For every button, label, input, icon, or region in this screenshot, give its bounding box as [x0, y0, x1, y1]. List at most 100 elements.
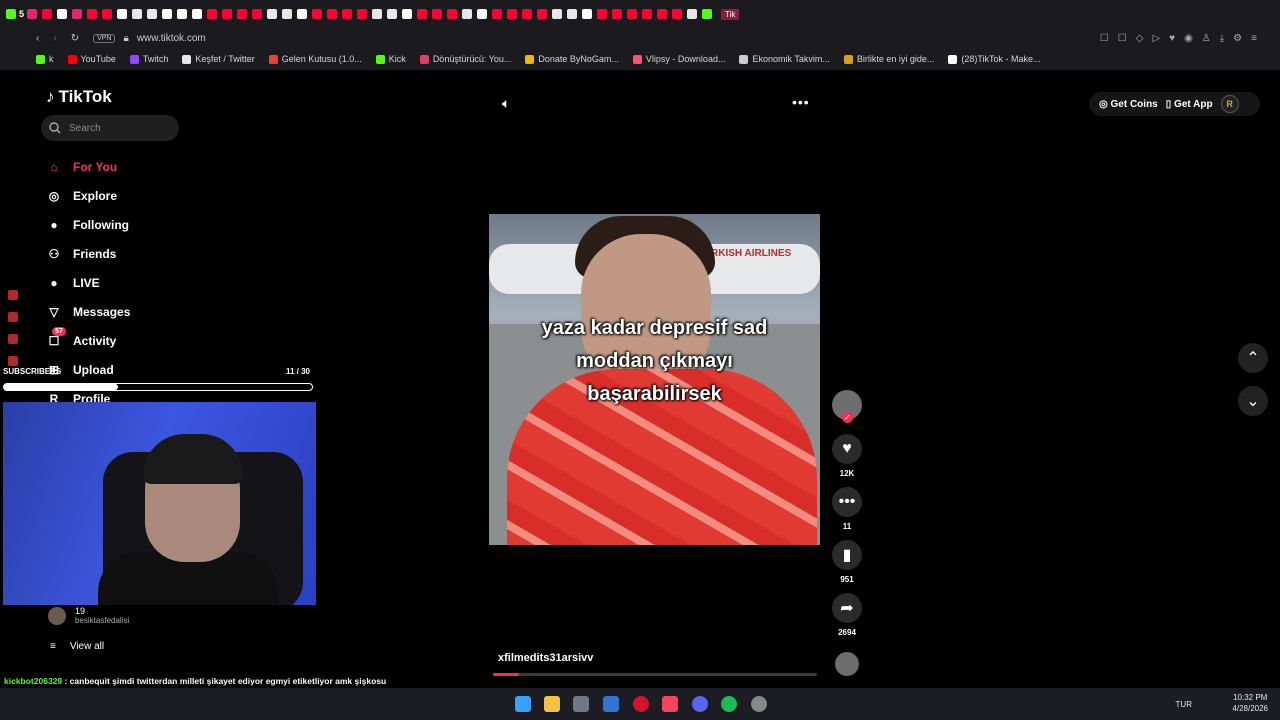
browser-tab[interactable]: [282, 8, 293, 19]
music-icon[interactable]: [662, 696, 678, 712]
sidebar-item-messages[interactable]: ▽ Messages: [44, 297, 130, 326]
browser-tab[interactable]: [417, 8, 428, 19]
bookmark-item[interactable]: Birlikte en iyi gide...: [843, 54, 934, 64]
browser-tab[interactable]: [372, 8, 383, 19]
browser-tab[interactable]: [252, 8, 263, 19]
kick-icon[interactable]: [6, 9, 16, 19]
bookmark-item[interactable]: Vlipsy - Download...: [632, 54, 725, 64]
bookmark-item[interactable]: Gelen Kutusu (1.0...: [268, 54, 362, 64]
video-progress-bar[interactable]: [493, 673, 817, 676]
browser-tab[interactable]: [702, 8, 713, 19]
volume-icon[interactable]: 🔈︎: [502, 95, 510, 112]
browser-tab[interactable]: [192, 8, 203, 19]
browser-tab[interactable]: [72, 8, 83, 19]
active-tab[interactable]: Tik: [721, 8, 740, 20]
calculator-icon[interactable]: [573, 696, 589, 712]
browser-tab[interactable]: [237, 8, 248, 19]
bookmark-item[interactable]: Keşfet / Twitter: [182, 54, 255, 64]
sidebar-item-explore[interactable]: ◎ Explore: [44, 181, 130, 210]
forward-icon[interactable]: ›: [53, 33, 56, 44]
clock-date[interactable]: 4/28/2026: [1232, 703, 1268, 714]
url-field[interactable]: www.tiktok.com: [137, 33, 206, 44]
vpn-badge[interactable]: VPN: [93, 33, 116, 43]
browser-tab[interactable]: [312, 8, 323, 19]
browser-tab[interactable]: [222, 8, 233, 19]
browser-tab[interactable]: [387, 8, 398, 19]
video-username[interactable]: xfilmedits31arsivv: [498, 652, 593, 664]
browser-tab[interactable]: [447, 8, 458, 19]
browser-tab[interactable]: [432, 8, 443, 19]
browser-toolbar-icons[interactable]: ☐☐◇▷♥◉♙⤓⚙≡: [1100, 33, 1266, 44]
browser-tab[interactable]: [477, 8, 488, 19]
file-explorer-icon[interactable]: [544, 696, 560, 712]
browser-tab[interactable]: [267, 8, 278, 19]
like-button[interactable]: ♥: [832, 434, 862, 464]
sidebar-item-following[interactable]: ● Following: [44, 210, 130, 239]
spotify-icon[interactable]: [721, 696, 737, 712]
discord-icon[interactable]: [692, 696, 708, 712]
browser-tab[interactable]: [42, 8, 53, 19]
browser-tab[interactable]: [147, 8, 158, 19]
bookmark-item[interactable]: k: [36, 54, 54, 64]
browser-tab[interactable]: [207, 8, 218, 19]
browser-tab[interactable]: [162, 8, 173, 19]
more-options-icon[interactable]: •••: [792, 94, 810, 110]
sidebar-item-friends[interactable]: ⚇ Friends: [44, 239, 130, 268]
browser-tab[interactable]: [462, 8, 473, 19]
reload-icon[interactable]: ↻: [71, 33, 79, 44]
get-app-button[interactable]: ▯ Get App: [1166, 99, 1213, 110]
browser-tab[interactable]: [582, 8, 593, 19]
clock-time[interactable]: 10:32 PM: [1232, 692, 1268, 703]
browser-tab[interactable]: [57, 8, 68, 19]
view-all-link[interactable]: ≡ View all: [50, 641, 104, 652]
browser-tab[interactable]: [597, 8, 608, 19]
next-video-button[interactable]: ⌄: [1238, 386, 1268, 416]
sidebar-item-live[interactable]: ● LIVE: [44, 268, 130, 297]
author-avatar[interactable]: ✓: [832, 390, 862, 423]
browser-tab[interactable]: [327, 8, 338, 19]
browser-tab[interactable]: [342, 8, 353, 19]
browser-tab[interactable]: [612, 8, 623, 19]
back-icon[interactable]: ‹: [36, 33, 39, 44]
video-player[interactable]: RKISH AIRLINES yaza kadar depresif sad mo…: [489, 214, 820, 545]
follow-plus-icon[interactable]: ✓: [842, 412, 853, 423]
browser-tab[interactable]: [642, 8, 653, 19]
search-input[interactable]: Search: [41, 115, 179, 141]
sidebar-item-activity[interactable]: ☐ 57 Activity: [44, 326, 130, 355]
mail-icon[interactable]: [603, 696, 619, 712]
profile-avatar[interactable]: R: [1220, 95, 1239, 113]
tiktok-logo[interactable]: ♪ TikTok: [46, 87, 112, 107]
browser-tab[interactable]: [27, 8, 38, 19]
browser-tab[interactable]: [177, 8, 188, 19]
settings-icon[interactable]: [751, 696, 767, 712]
bookmark-item[interactable]: Twitch: [129, 54, 168, 64]
bookmark-item[interactable]: Donate ByNoGam...: [525, 54, 619, 64]
browser-tab[interactable]: [672, 8, 683, 19]
browser-tab[interactable]: [102, 8, 113, 19]
opera-icon[interactable]: [633, 696, 649, 712]
browser-tab[interactable]: [492, 8, 503, 19]
browser-tab[interactable]: [537, 8, 548, 19]
bookmark-item[interactable]: Kick: [375, 54, 406, 64]
browser-tab[interactable]: [132, 8, 143, 19]
bookmark-item[interactable]: Ekonomik Takvim...: [739, 54, 830, 64]
save-button[interactable]: ▮: [832, 540, 862, 570]
browser-tab[interactable]: [297, 8, 308, 19]
share-button[interactable]: ➦: [832, 593, 862, 623]
browser-tab[interactable]: [567, 8, 578, 19]
browser-tab[interactable]: [657, 8, 668, 19]
get-coins-button[interactable]: ◎ Get Coins: [1099, 99, 1158, 110]
previous-video-button[interactable]: ⌃: [1238, 343, 1268, 373]
browser-tab[interactable]: [552, 8, 563, 19]
lang-indicator[interactable]: TUR: [1176, 699, 1192, 710]
bookmark-item[interactable]: (28)TikTok - Make...: [948, 54, 1041, 64]
comment-button[interactable]: •••: [832, 487, 862, 517]
system-tray[interactable]: TUR 10:32 PM 4/28/2026: [1176, 692, 1268, 714]
browser-tab[interactable]: [627, 8, 638, 19]
following-account[interactable]: 19 besiktasfedalisi: [48, 606, 129, 625]
sound-avatar[interactable]: [835, 652, 859, 676]
browser-tab[interactable]: [507, 8, 518, 19]
windows-start-icon[interactable]: [515, 696, 531, 712]
bookmark-item[interactable]: Dönüştürücü: You...: [419, 54, 511, 64]
browser-tab[interactable]: [117, 8, 128, 19]
